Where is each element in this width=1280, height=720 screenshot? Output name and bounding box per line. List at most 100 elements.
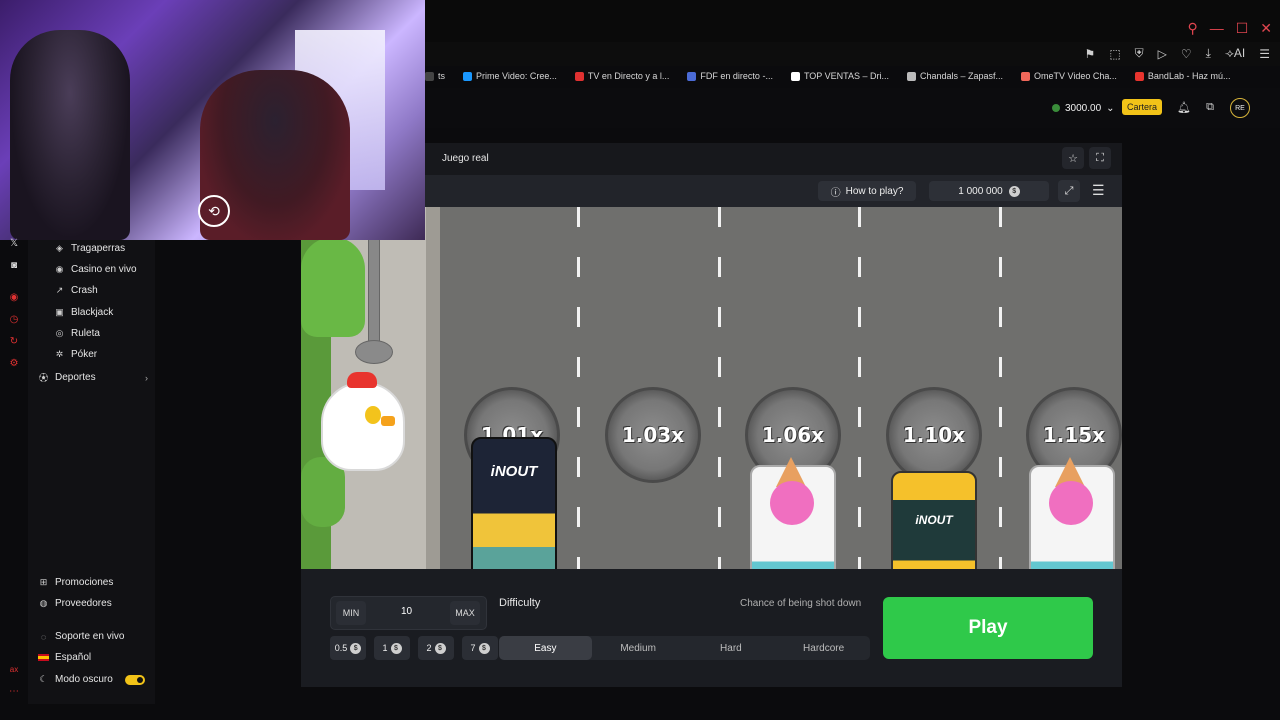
bookmark-item[interactable]: Prime Video: Cree... — [463, 71, 557, 81]
max-button[interactable]: MAX — [450, 601, 480, 625]
sidebar-item-label: Promociones — [55, 577, 114, 588]
bookmark-item[interactable]: TOP VENTAS – Dri... — [790, 71, 889, 81]
ice-cream-icon — [766, 457, 816, 527]
heart-icon[interactable]: ♡ — [1181, 47, 1192, 61]
chicken-eye — [365, 406, 381, 424]
maximize-icon[interactable]: ☐ — [1236, 20, 1249, 37]
bookmark-label: TOP VENTAS – Dri... — [803, 71, 889, 81]
clock-icon[interactable]: ◷ — [7, 312, 21, 326]
wallet-button[interactable]: Cartera — [1122, 99, 1162, 115]
difficulty-option-easy[interactable]: Easy — [499, 636, 592, 660]
multiplier-tile[interactable]: 1.03x — [605, 387, 701, 483]
quick-bet-button[interactable]: 2 $ — [418, 636, 454, 660]
quick-bet-button[interactable]: 1 $ — [374, 636, 410, 660]
providers-icon: ◍ — [39, 598, 48, 608]
more-icon[interactable]: ⋯ — [7, 684, 21, 698]
header-balance[interactable]: 3000.00 ⌄ — [1052, 99, 1115, 117]
ai-button[interactable]: ⟢AI — [1225, 46, 1245, 61]
coin-icon: $ — [390, 642, 402, 654]
crash-icon: ↗ — [55, 285, 64, 295]
bookmarks-bar: ts Prime Video: Cree... TV en Directo y a … — [425, 66, 1280, 86]
record-icon[interactable]: ◉ — [7, 290, 21, 304]
sidebar-item-label: Crash — [71, 285, 98, 296]
settings-icon[interactable]: ⚙ — [7, 356, 21, 370]
bookmark-item[interactable]: ts — [425, 71, 445, 81]
min-button[interactable]: MIN — [336, 601, 366, 625]
bell-icon[interactable]: 🔔︎ — [1176, 99, 1192, 115]
chicken-beak — [381, 416, 395, 426]
bookmark-item[interactable]: BandLab - Haz mú... — [1134, 71, 1230, 81]
tree — [301, 237, 365, 337]
chance-label: Chance of being shot down — [740, 598, 862, 609]
sidebar-item-blackjack[interactable]: ▣ Blackjack — [54, 307, 113, 318]
dark-mode-toggle[interactable] — [125, 675, 145, 685]
support-icon: ◌ — [40, 631, 47, 642]
sidebar-item-proveedores[interactable]: ◍ Proveedores — [38, 598, 112, 609]
bookmark-favicon-icon — [574, 71, 584, 81]
how-to-play-button[interactable]: ⓘ How to play? — [818, 181, 916, 201]
sidebar-item-poker[interactable]: ✲ Póker — [54, 349, 97, 360]
ax-icon[interactable]: ax — [7, 662, 21, 676]
search-icon[interactable]: ⚲ — [1187, 20, 1197, 37]
bookmark-item[interactable]: OmeTV Video Cha... — [1021, 71, 1117, 81]
bookmark-icon[interactable]: ⚑ — [1085, 47, 1096, 61]
sidebar-item-deportes[interactable]: ⚽︎ Deportes › — [38, 371, 148, 384]
bookmark-favicon-icon — [463, 71, 473, 81]
game-menu-icon[interactable]: ☰ — [1092, 182, 1105, 199]
ice-cream-icon — [1045, 457, 1095, 527]
game-mode-label: Juego real — [442, 153, 489, 164]
multiplier-tile[interactable]: 1.10x — [886, 387, 982, 483]
difficulty-option-hard[interactable]: Hard — [685, 636, 778, 660]
sidebar-item-label: Tragaperras — [71, 243, 126, 254]
difficulty-label: Difficulty — [499, 597, 541, 609]
x-icon[interactable]: 𝕏 — [7, 236, 21, 250]
sidebar-item-tragaperras[interactable]: ◈ Tragaperras — [54, 243, 125, 254]
bookmark-favicon-icon — [687, 71, 697, 81]
avatar[interactable]: RE — [1230, 98, 1250, 118]
quick-bet-button[interactable]: 0.5 $ — [330, 636, 366, 660]
promo-icon: ⊞ — [39, 577, 48, 587]
sidebar-item-crash[interactable]: ↗ Crash — [54, 285, 98, 296]
shield-icon[interactable]: ⛨ — [1135, 46, 1144, 61]
multiplier-value: 1.03x — [621, 423, 685, 447]
download-icon[interactable]: ⤓ — [1206, 46, 1211, 61]
quick-bet-value: 1 — [382, 643, 388, 653]
favorite-star-icon[interactable]: ☆ — [1062, 147, 1084, 169]
game-header — [425, 143, 1122, 175]
sidebar-item-soporte[interactable]: ◌ Soporte en vivo — [38, 631, 125, 642]
bet-amount-box: MIN 10 MAX — [330, 596, 487, 630]
multiplier-value: 1.15x — [1042, 423, 1106, 447]
sidebar-item-ruleta[interactable]: ◎ Ruleta — [54, 328, 100, 339]
sidebar-item-label: Proveedores — [55, 598, 112, 609]
game-scene: 1.01x 1.03x 1.06x 1.10x 1.15x iNOUT iNOU… — [301, 207, 1122, 569]
sidebar-item-promociones[interactable]: ⊞ Promociones — [38, 577, 114, 588]
bet-input[interactable]: 10 — [401, 606, 412, 617]
bookmark-item[interactable]: Chandals – Zapasf... — [906, 71, 1003, 81]
sidebar-item-idioma[interactable]: Español — [38, 652, 91, 663]
close-icon[interactable]: ✕ — [1260, 20, 1272, 37]
discord-icon[interactable]: ◙ — [7, 258, 21, 272]
truck-label: iNOUT — [915, 513, 953, 527]
bookmark-item[interactable]: FDF en directo -... — [687, 71, 773, 81]
quick-bet-button[interactable]: 7 $ — [462, 636, 498, 660]
lane-line — [999, 207, 1002, 569]
poker-icon: ✲ — [55, 349, 64, 359]
screenshot-icon[interactable]: ⬚ — [1109, 47, 1120, 61]
refresh-icon[interactable]: ↻ — [7, 334, 21, 348]
coin-icon: $ — [434, 642, 446, 654]
fullscreen-icon[interactable]: ⛶ — [1089, 147, 1111, 169]
chat-icon[interactable]: ⧉ — [1202, 99, 1218, 115]
sidebar-item-casino-en-vivo[interactable]: ◉ Casino en vivo — [54, 264, 137, 275]
play-icon[interactable]: ▷ — [1158, 47, 1167, 61]
difficulty-option-medium[interactable]: Medium — [592, 636, 685, 660]
difficulty-option-hardcore[interactable]: Hardcore — [777, 636, 870, 660]
menu-icon[interactable]: ☰ — [1259, 47, 1270, 61]
expand-icon[interactable]: ⤢ — [1058, 180, 1080, 202]
bookmark-item[interactable]: TV en Directo y a l... — [574, 71, 669, 81]
coin-icon: $ — [350, 642, 362, 654]
sports-icon: ⚽︎ — [38, 373, 48, 383]
play-button[interactable]: Play — [883, 597, 1093, 659]
minimize-icon[interactable]: — — [1210, 20, 1224, 37]
streamer-person — [10, 30, 130, 240]
bookmark-label: ts — [438, 71, 446, 81]
